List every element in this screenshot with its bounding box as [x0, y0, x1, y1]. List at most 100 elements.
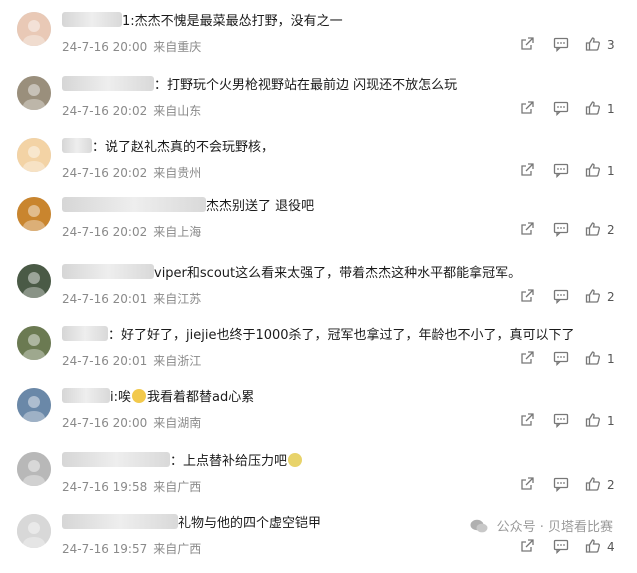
share-icon[interactable] [519, 350, 537, 368]
like-icon[interactable] [585, 538, 603, 556]
comment-date: 24-7-16 20:02 [62, 166, 148, 180]
emoji-icon [132, 389, 146, 403]
like-count: 2 [607, 478, 615, 492]
reply-icon[interactable] [553, 36, 571, 54]
comment-text: 礼物与他的四个虚空铠甲 [62, 514, 321, 533]
comment-body: ：好了好了，jiejie也终于1000杀了，冠军也拿过了，年龄也不小了，真可以下… [108, 328, 575, 343]
comment-meta: 24-7-16 20:02 来自山东 [62, 102, 207, 119]
comment-body: ：说了赵礼杰真的不会玩野核， [92, 140, 275, 155]
reply-icon[interactable] [553, 221, 571, 239]
reply-icon[interactable] [553, 538, 571, 556]
like-icon[interactable] [585, 476, 603, 494]
like-count: 1 [607, 414, 615, 428]
comment-meta: 24-7-16 19:58 来自广西 [62, 478, 207, 495]
blurred-username[interactable] [62, 76, 154, 91]
comment-row: viper和scout这么看来太强了，带着杰杰这种水平都能拿冠军。 24-7-1… [0, 260, 637, 323]
comment-row: ：上点替补给压力吧 24-7-16 19:58 来自广西 2 [0, 448, 637, 511]
avatar[interactable] [17, 76, 51, 110]
like-icon[interactable] [585, 350, 603, 368]
comment-actions: 1 [519, 412, 623, 430]
comment-date: 24-7-16 19:57 [62, 542, 148, 556]
comment-location: 来自广西 [153, 542, 202, 556]
like-count: 1 [607, 102, 615, 116]
comment-location: 来自江苏 [153, 292, 202, 306]
avatar[interactable] [17, 388, 51, 422]
like-icon[interactable] [585, 162, 603, 180]
comment-meta: 24-7-16 20:00 来自重庆 [62, 38, 207, 55]
wechat-icon [470, 519, 488, 533]
avatar[interactable] [17, 514, 51, 548]
share-icon[interactable] [519, 162, 537, 180]
blurred-username[interactable] [62, 138, 92, 153]
comment-date: 24-7-16 20:01 [62, 292, 148, 306]
share-icon[interactable] [519, 221, 537, 239]
avatar[interactable] [17, 452, 51, 486]
like-icon[interactable] [585, 100, 603, 118]
share-icon[interactable] [519, 288, 537, 306]
avatar[interactable] [17, 264, 51, 298]
comment-date: 24-7-16 20:01 [62, 354, 148, 368]
blurred-username[interactable] [62, 388, 110, 403]
comment-row: ：说了赵礼杰真的不会玩野核， 24-7-16 20:02 来自贵州 1 [0, 134, 637, 197]
comment-row: ：打野玩个火男枪视野站在最前边 闪现还不放怎么玩 24-7-16 20:02 来自… [0, 72, 637, 135]
comment-row: ：好了好了，jiejie也终于1000杀了，冠军也拿过了，年龄也不小了，真可以下… [0, 322, 637, 385]
comment-actions: 3 [519, 36, 623, 54]
avatar[interactable] [17, 138, 51, 172]
avatar[interactable] [17, 12, 51, 46]
watermark: 公众号 · 贝塔看比赛 [470, 516, 613, 535]
comment-location: 来自贵州 [153, 166, 202, 180]
comment-body: 杰杰不愧是最菜最怂打野，没有之一 [134, 14, 343, 29]
comment-prefix: i:唉 [110, 390, 131, 405]
blurred-username[interactable] [62, 326, 108, 341]
comment-text: 杰杰别送了 退役吧 [62, 197, 314, 216]
share-icon[interactable] [519, 36, 537, 54]
like-icon[interactable] [585, 288, 603, 306]
comment-prefix: 1: [122, 14, 135, 29]
reply-icon[interactable] [553, 162, 571, 180]
reply-icon[interactable] [553, 100, 571, 118]
reply-icon[interactable] [553, 350, 571, 368]
blurred-username[interactable] [62, 197, 206, 212]
comment-actions: 2 [519, 221, 623, 239]
share-icon[interactable] [519, 100, 537, 118]
blurred-username[interactable] [62, 12, 122, 27]
comment-location: 来自湖南 [153, 416, 202, 430]
comment-row: 1:杰杰不愧是最菜最怂打野，没有之一 24-7-16 20:00 来自重庆 3 [0, 8, 637, 71]
comment-body: ：上点替补给压力吧 [170, 454, 288, 469]
share-icon[interactable] [519, 476, 537, 494]
blurred-username[interactable] [62, 452, 170, 467]
like-icon[interactable] [585, 36, 603, 54]
like-icon[interactable] [585, 412, 603, 430]
comment-body: viper和scout这么看来太强了，带着杰杰这种水平都能拿冠军。 [154, 266, 522, 281]
comment-text: ：好了好了，jiejie也终于1000杀了，冠军也拿过了，年龄也不小了，真可以下… [62, 326, 575, 345]
comment-date: 24-7-16 20:00 [62, 40, 148, 54]
comment-actions: 1 [519, 100, 623, 118]
blurred-username[interactable] [62, 514, 178, 529]
comment-actions: 2 [519, 288, 623, 306]
reply-icon[interactable] [553, 288, 571, 306]
like-count: 1 [607, 164, 615, 178]
share-icon[interactable] [519, 538, 537, 556]
comment-location: 来自上海 [153, 225, 202, 239]
share-icon[interactable] [519, 412, 537, 430]
comment-date: 24-7-16 20:00 [62, 416, 148, 430]
comment-text: viper和scout这么看来太强了，带着杰杰这种水平都能拿冠军。 [62, 264, 521, 283]
comment-location: 来自山东 [153, 104, 202, 118]
like-icon[interactable] [585, 221, 603, 239]
comment-location: 来自浙江 [153, 354, 202, 368]
comment-text: 1:杰杰不愧是最菜最怂打野，没有之一 [62, 12, 343, 31]
like-count: 2 [607, 290, 615, 304]
avatar[interactable] [17, 197, 51, 231]
comment-row: 杰杰别送了 退役吧 24-7-16 20:02 来自上海 2 [0, 193, 637, 256]
reply-icon[interactable] [553, 476, 571, 494]
watermark-text: 公众号 · 贝塔看比赛 [496, 520, 613, 535]
blurred-username[interactable] [62, 264, 154, 279]
comment-meta: 24-7-16 20:02 来自上海 [62, 223, 207, 240]
comment-text: ：打野玩个火男枪视野站在最前边 闪现还不放怎么玩 [62, 76, 457, 95]
avatar[interactable] [17, 326, 51, 360]
comment-date: 24-7-16 20:02 [62, 225, 148, 239]
comment-actions: 2 [519, 476, 623, 494]
comment-actions: 4 [519, 538, 623, 556]
emoji-icon [288, 453, 303, 467]
reply-icon[interactable] [553, 412, 571, 430]
